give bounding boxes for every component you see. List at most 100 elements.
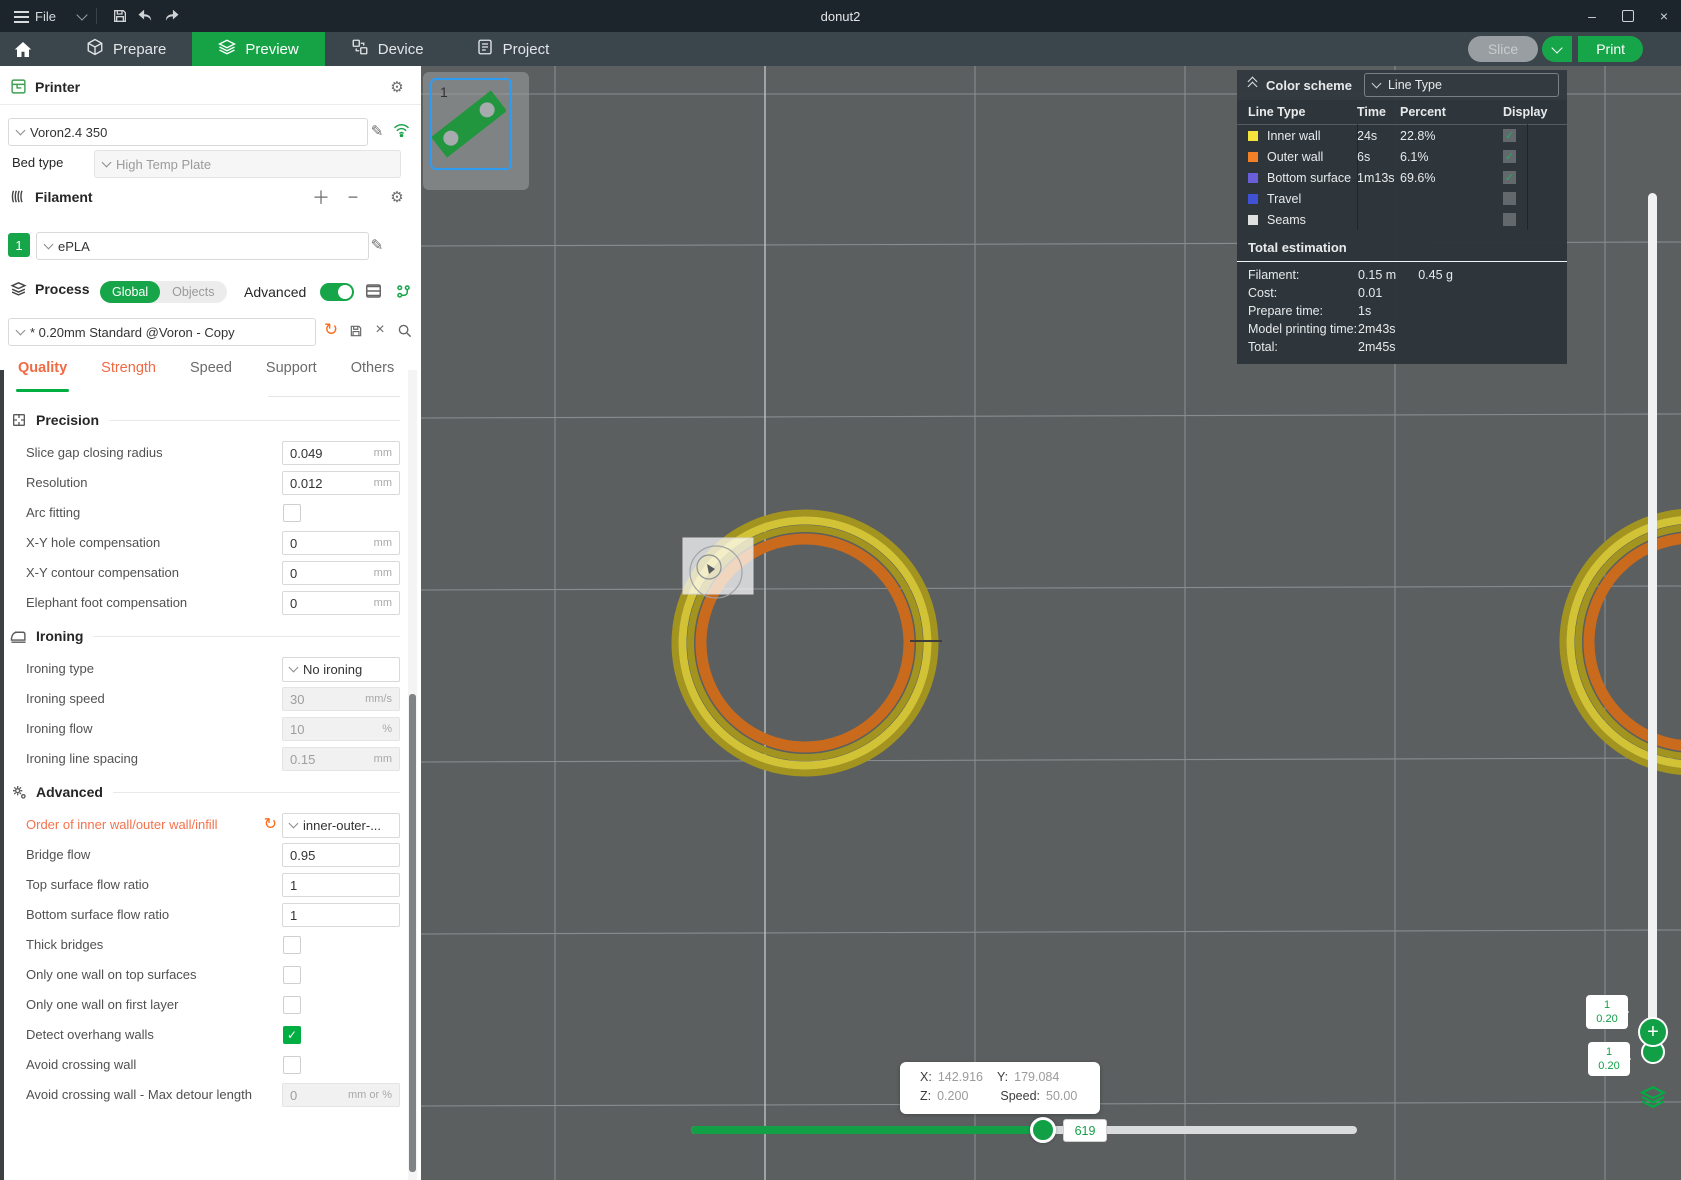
setting-label: Avoid crossing wall - Max detour length — [26, 1086, 252, 1102]
setting-input[interactable]: 0.15 mm — [282, 747, 400, 771]
setting-input[interactable]: 1 — [282, 903, 400, 927]
home-button[interactable] — [0, 32, 46, 66]
setting-checkbox[interactable] — [283, 996, 301, 1014]
legend-col-percent: Percent — [1400, 105, 1446, 119]
setting-input[interactable]: 0 mm or % — [282, 1083, 400, 1107]
process-tab-others[interactable]: Others — [351, 360, 395, 392]
print-dropdown-button[interactable] — [1542, 36, 1573, 62]
close-button[interactable]: × — [1653, 5, 1675, 27]
view-mode-select[interactable]: Line Type — [1363, 73, 1559, 97]
process-scope-toggle[interactable]: Global Objects — [100, 281, 227, 303]
setting-input[interactable]: 0 mm — [282, 531, 400, 555]
estimation-divider — [1237, 261, 1567, 262]
estimation-label: Filament: — [1248, 268, 1300, 282]
minimize-button[interactable]: – — [1581, 5, 1603, 27]
display-checkbox[interactable]: ✓ — [1503, 150, 1516, 163]
collapse-panel-icon[interactable] — [1247, 76, 1258, 91]
display-checkbox[interactable] — [1503, 192, 1516, 205]
setting-input[interactable]: 0.012 mm — [282, 471, 400, 495]
settings-scrollbar[interactable] — [408, 370, 417, 1180]
display-checkbox[interactable]: ✓ — [1503, 171, 1516, 184]
filament-edit-icon[interactable]: ✎ — [368, 236, 386, 254]
setting-control: 1 — [282, 903, 402, 927]
setting-input[interactable]: 1 — [282, 873, 400, 897]
printer-edit-icon[interactable]: ✎ — [368, 122, 386, 140]
process-tab-quality[interactable]: Quality — [15, 360, 70, 392]
wifi-connection-icon[interactable] — [392, 121, 410, 139]
setting-input[interactable]: 0 mm — [282, 561, 400, 585]
undo-button[interactable] — [133, 5, 159, 27]
setting-unit: mm — [373, 753, 392, 765]
setting-select[interactable]: No ironing — [282, 656, 400, 682]
setting-input[interactable]: 0.049 mm — [282, 441, 400, 465]
layer-slider-upper-handle[interactable]: + — [1638, 1017, 1668, 1047]
setting-control: 0 mm — [282, 561, 402, 585]
setting-row: Thick bridges — [0, 930, 408, 960]
redo-button[interactable] — [159, 5, 185, 27]
move-slider-handle[interactable] — [1030, 1117, 1056, 1143]
setting-input[interactable]: 30 mm/s — [282, 687, 400, 711]
print-button[interactable]: Print — [1578, 36, 1643, 62]
add-filament-button[interactable]: ＋ — [312, 188, 330, 208]
file-menu[interactable]: File — [0, 9, 88, 24]
process-tab-speed[interactable]: Speed — [190, 360, 232, 392]
estimation-row: Model printing time: 2m43s — [1237, 320, 1567, 338]
setting-input[interactable]: 10% — [282, 717, 400, 741]
display-checkbox[interactable]: ✓ — [1503, 129, 1516, 142]
setting-row: Ironing speed 30 mm/s — [0, 684, 408, 714]
process-tab-support[interactable]: Support — [266, 360, 317, 392]
layers-view-icon[interactable] — [1639, 1085, 1667, 1109]
printer-preset-select[interactable]: Voron2.4 350 — [8, 118, 368, 146]
setting-input[interactable]: 0 mm — [282, 591, 400, 615]
advanced-mode-toggle[interactable] — [320, 283, 354, 301]
plate-thumbnail-selected[interactable]: 1 — [430, 78, 512, 170]
move-slider[interactable] — [691, 1117, 1357, 1143]
preset-compare-icon[interactable] — [394, 282, 412, 300]
process-tabs: Quality Strength Speed Support Others — [0, 360, 421, 392]
save-preset-icon[interactable] — [347, 322, 365, 340]
estimation-label: Cost: — [1248, 286, 1278, 300]
setting-label: Bottom surface flow ratio — [26, 906, 170, 922]
process-tab-strength[interactable]: Strength — [101, 360, 156, 392]
legend-col-linetype: Line Type — [1248, 105, 1306, 119]
nav-tab-prepare[interactable]: Prepare — [60, 32, 192, 66]
legend-line-type: Travel — [1237, 192, 1357, 206]
slice-button[interactable]: Slice — [1467, 36, 1539, 62]
scrollbar-thumb[interactable] — [409, 694, 416, 1172]
bed-type-select[interactable]: High Temp Plate — [94, 150, 401, 178]
nav-tab-preview[interactable]: Preview — [192, 32, 325, 66]
display-checkbox[interactable] — [1503, 213, 1516, 226]
save-button[interactable] — [107, 5, 133, 27]
setting-checkbox[interactable] — [283, 1056, 301, 1074]
reset-preset-icon[interactable]: ↻ — [322, 320, 340, 339]
setting-checkbox[interactable] — [283, 966, 301, 984]
setting-checkbox[interactable] — [283, 504, 301, 522]
scope-objects-pill[interactable]: Objects — [160, 281, 226, 303]
setting-input[interactable]: 0.95 — [282, 843, 400, 867]
section-header-ironing: Ironing — [0, 618, 408, 654]
process-preset-select[interactable]: * 0.20mm Standard @Voron - Copy — [8, 318, 316, 346]
reset-setting-icon[interactable]: ↻ — [264, 817, 277, 833]
search-settings-icon[interactable] — [396, 322, 414, 340]
nav-tab-project[interactable]: Project — [450, 32, 576, 66]
layer-slider[interactable] — [1648, 193, 1657, 1045]
filament-settings-gear-icon[interactable]: ⚙ — [388, 188, 406, 206]
estimation-row: Prepare time: 1s — [1237, 302, 1567, 320]
remove-filament-button[interactable]: − — [344, 187, 362, 207]
maximize-button[interactable] — [1617, 5, 1639, 27]
setting-row: Order of inner wall/outer wall/infill ↻ in… — [0, 810, 408, 840]
setting-control: 1 — [282, 873, 402, 897]
setting-checkbox[interactable] — [283, 936, 301, 954]
filament-slot-badge: 1 — [8, 233, 30, 257]
nav-tab-device[interactable]: Device — [325, 32, 450, 66]
filament-preset-select[interactable]: ePLA — [36, 232, 369, 260]
setting-checkbox[interactable]: ✓ — [283, 1026, 301, 1044]
printer-settings-gear-icon[interactable]: ⚙ — [388, 78, 406, 96]
color-swatch — [1248, 172, 1258, 183]
setting-select[interactable]: inner-outer-... — [282, 812, 400, 838]
scope-global-pill[interactable]: Global — [100, 281, 161, 303]
setting-label: Ironing speed — [26, 690, 105, 706]
setting-list-icon[interactable] — [364, 282, 382, 300]
delete-preset-icon[interactable]: × — [371, 321, 389, 339]
setting-control: 0.012 mm — [282, 471, 402, 495]
